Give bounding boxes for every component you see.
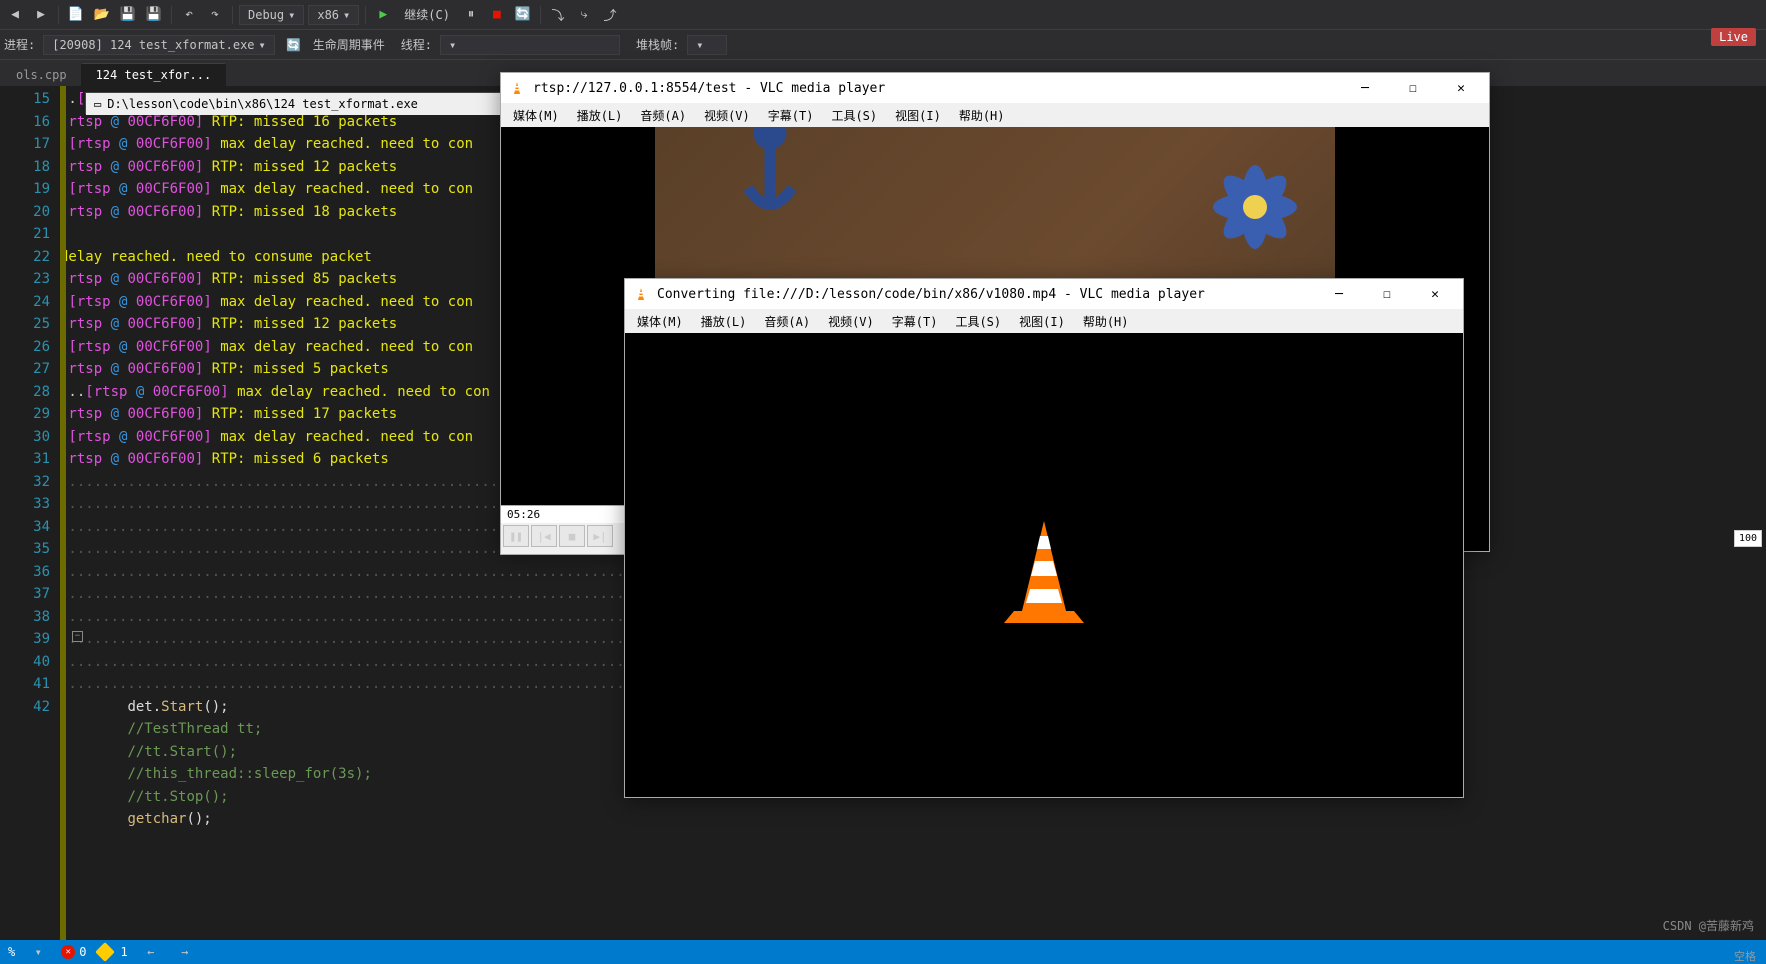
menu-tools[interactable]: 工具(S)	[823, 105, 885, 126]
vlc-icon	[633, 286, 649, 302]
volume-badge: 100	[1734, 530, 1762, 547]
menu-media[interactable]: 媒体(M)	[505, 105, 567, 126]
tab-test-xformat[interactable]: 124 test_xfor...	[82, 63, 227, 86]
change-margin	[60, 86, 66, 940]
vlc1-menubar: 媒体(M) 播放(L) 音频(A) 视频(V) 字幕(T) 工具(S) 视图(I…	[501, 103, 1489, 127]
step-over-icon[interactable]: ⤵	[547, 4, 569, 26]
pause-icon[interactable]: ⏸	[460, 4, 482, 26]
playback-time: 05:26	[501, 506, 624, 523]
live-badge[interactable]: Live	[1711, 28, 1756, 46]
line-gutter: 1516171819202122232425262728293031323334…	[0, 86, 60, 940]
thread-combo[interactable]: ▾	[440, 35, 620, 55]
process-label: 进程:	[4, 36, 35, 53]
zoom-percent[interactable]: %	[8, 945, 15, 959]
minimize-icon[interactable]: ─	[1345, 74, 1385, 102]
stop-button[interactable]: ■	[559, 525, 585, 547]
tab-ols[interactable]: ols.cpp	[2, 64, 82, 86]
vlc1-title: rtsp://127.0.0.1:8554/test - VLC media p…	[533, 81, 1337, 96]
menu-play[interactable]: 播放(L)	[569, 105, 631, 126]
save-all-icon[interactable]: 💾	[143, 4, 165, 26]
new-icon[interactable]: 📄	[65, 4, 87, 26]
platform-combo[interactable]: x86 ▾	[308, 5, 359, 25]
fold-toggle[interactable]: −	[72, 631, 83, 642]
vlc-icon	[509, 80, 525, 96]
fold-column: −	[72, 86, 86, 940]
space-indicator: 空格	[1734, 948, 1756, 964]
menu-view[interactable]: 视图(I)	[1011, 311, 1073, 332]
statusbar: % ▾ ✕ 0 1 ← → 空格	[0, 940, 1766, 964]
continue-label[interactable]: 继续(C)	[398, 6, 456, 23]
menu-play[interactable]: 播放(L)	[693, 311, 755, 332]
menu-video[interactable]: 视频(V)	[696, 105, 758, 126]
menu-media[interactable]: 媒体(M)	[629, 311, 691, 332]
restart-icon[interactable]: 🔄	[512, 4, 534, 26]
fan-graphic	[1195, 147, 1315, 267]
menu-subtitle[interactable]: 字幕(T)	[760, 105, 822, 126]
close-icon[interactable]: ✕	[1441, 74, 1481, 102]
undo-icon[interactable]: ↶	[178, 4, 200, 26]
zoom-dropdown[interactable]: ▾	[27, 941, 49, 963]
open-icon[interactable]: 📂	[91, 4, 113, 26]
vs-toolbar: ◀ ▶ 📄 📂 💾 💾 ↶ ↷ Debug ▾ x86 ▾ ▶ 继续(C) ⏸ …	[0, 0, 1766, 30]
save-icon[interactable]: 💾	[117, 4, 139, 26]
warning-count: 1	[120, 945, 127, 959]
stop-icon[interactable]: ■	[486, 4, 508, 26]
nav-fwd-status[interactable]: →	[174, 941, 196, 963]
thread-label: 线程:	[401, 36, 432, 53]
vlc-cone-large	[994, 511, 1094, 631]
nav-fwd-icon[interactable]: ▶	[30, 4, 52, 26]
nav-back-status[interactable]: ←	[140, 941, 162, 963]
config-text: Debug	[248, 8, 284, 22]
menu-video[interactable]: 视频(V)	[820, 311, 882, 332]
errors-indicator[interactable]: ✕ 0	[61, 945, 86, 959]
menu-help[interactable]: 帮助(H)	[951, 105, 1013, 126]
config-combo[interactable]: Debug ▾	[239, 5, 304, 25]
vlc2-titlebar[interactable]: Converting file:///D:/lesson/code/bin/x8…	[625, 279, 1463, 309]
pause-button[interactable]: ❚❚	[503, 525, 529, 547]
menu-audio[interactable]: 音频(A)	[756, 311, 818, 332]
vlc1-titlebar[interactable]: rtsp://127.0.0.1:8554/test - VLC media p…	[501, 73, 1489, 103]
nav-back-icon[interactable]: ◀	[4, 4, 26, 26]
vlc-playback-controls: 05:26 ❚❚ |◀ ■ ▶|	[500, 505, 625, 555]
vs-debugbar: 进程: [20908] 124 test_xformat.exe ▾ 🔄 生命周…	[0, 30, 1766, 60]
step-into-icon[interactable]: ⤷	[573, 4, 595, 26]
continue-icon[interactable]: ▶	[372, 4, 394, 26]
console-title-text: D:\lesson\code\bin\x86\124 test_xformat.…	[107, 97, 418, 111]
maximize-icon[interactable]: ☐	[1393, 74, 1433, 102]
anchor-graphic	[715, 127, 825, 247]
error-icon: ✕	[61, 945, 75, 959]
maximize-icon[interactable]: ☐	[1367, 280, 1407, 308]
menu-tools[interactable]: 工具(S)	[947, 311, 1009, 332]
lifecycle-icon[interactable]: 🔄	[283, 34, 305, 56]
close-icon[interactable]: ✕	[1415, 280, 1455, 308]
warnings-indicator[interactable]: 1	[98, 945, 127, 959]
step-out-icon[interactable]: ⤴	[599, 4, 621, 26]
menu-subtitle[interactable]: 字幕(T)	[884, 311, 946, 332]
warning-icon	[96, 942, 116, 962]
vlc2-video[interactable]	[625, 333, 1463, 797]
next-button[interactable]: ▶|	[587, 525, 613, 547]
stackframe-combo[interactable]: ▾	[687, 35, 727, 55]
lifecycle-label: 生命周期事件	[313, 36, 385, 53]
platform-text: x86	[317, 8, 339, 22]
vlc2-title: Converting file:///D:/lesson/code/bin/x8…	[657, 287, 1311, 302]
error-count: 0	[79, 945, 86, 959]
menu-help[interactable]: 帮助(H)	[1075, 311, 1137, 332]
watermark: CSDN @苦藤新鸡	[1663, 917, 1754, 934]
menu-audio[interactable]: 音频(A)	[632, 105, 694, 126]
menu-view[interactable]: 视图(I)	[887, 105, 949, 126]
vlc-window-converting: Converting file:///D:/lesson/code/bin/x8…	[624, 278, 1464, 798]
console-app-icon: ▭	[94, 97, 101, 111]
stackframe-label: 堆栈帧:	[636, 36, 679, 53]
redo-icon[interactable]: ↷	[204, 4, 226, 26]
process-combo[interactable]: [20908] 124 test_xformat.exe ▾	[43, 35, 275, 55]
prev-button[interactable]: |◀	[531, 525, 557, 547]
vlc2-menubar: 媒体(M) 播放(L) 音频(A) 视频(V) 字幕(T) 工具(S) 视图(I…	[625, 309, 1463, 333]
minimize-icon[interactable]: ─	[1319, 280, 1359, 308]
process-name: [20908] 124 test_xformat.exe	[52, 38, 254, 52]
